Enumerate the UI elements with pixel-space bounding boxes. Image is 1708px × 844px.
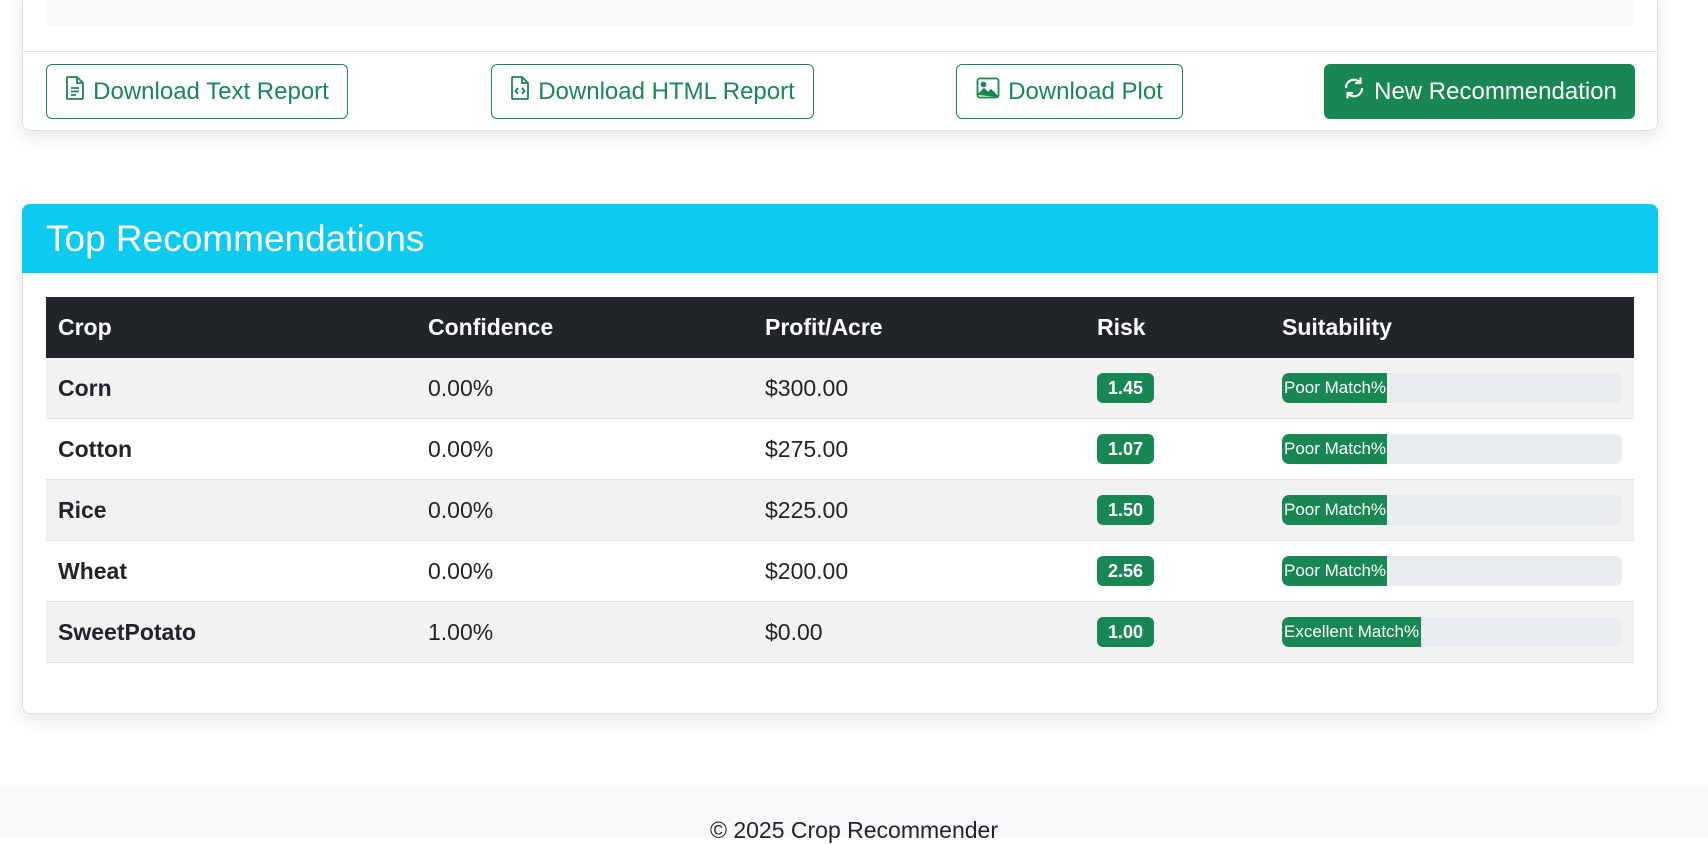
report-actions-card: Download Text Report Download HTML Repor… bbox=[22, 0, 1658, 131]
risk-cell: 1.45 bbox=[1085, 358, 1270, 419]
suitability-cell: Excellent Match% bbox=[1270, 601, 1634, 663]
top-recommendations-card: Top Recommendations Crop Confidence Prof… bbox=[22, 204, 1658, 714]
risk-badge: 1.45 bbox=[1097, 373, 1155, 403]
file-text-icon bbox=[65, 76, 85, 107]
suitability-progress-bar: Excellent Match% bbox=[1282, 617, 1422, 647]
risk-badge: 1.07 bbox=[1097, 434, 1155, 464]
table-row: Rice 0.00% $225.00 1.50 Poor Match% bbox=[46, 479, 1634, 541]
column-header-crop: Crop bbox=[46, 297, 416, 358]
crop-cell: Corn bbox=[46, 358, 416, 419]
crop-cell: Cotton bbox=[46, 418, 416, 480]
profit-cell: $275.00 bbox=[753, 418, 1085, 480]
suitability-cell: Poor Match% bbox=[1270, 418, 1634, 480]
risk-cell: 1.00 bbox=[1085, 601, 1270, 663]
suitability-cell: Poor Match% bbox=[1270, 358, 1634, 419]
table-header-row: Crop Confidence Profit/Acre Risk Suitabi… bbox=[46, 297, 1634, 358]
profit-cell: $200.00 bbox=[753, 540, 1085, 602]
profit-cell: $300.00 bbox=[753, 358, 1085, 419]
table-row: Cotton 0.00% $275.00 1.07 Poor Match% bbox=[46, 418, 1634, 480]
page-footer: © 2025 Crop Recommender bbox=[0, 785, 1708, 843]
table-row: SweetPotato 1.00% $0.00 1.00 Excellent M… bbox=[46, 601, 1634, 663]
confidence-cell: 1.00% bbox=[416, 601, 753, 663]
crop-cell: Rice bbox=[46, 479, 416, 541]
recommendations-title: Top Recommendations bbox=[22, 204, 1658, 273]
suitability-progress-bar: Poor Match% bbox=[1282, 556, 1388, 586]
download-html-report-button[interactable]: Download HTML Report bbox=[491, 64, 814, 119]
risk-badge: 2.56 bbox=[1097, 556, 1155, 586]
suitability-progress: Poor Match% bbox=[1282, 434, 1622, 464]
crop-cell: Wheat bbox=[46, 540, 416, 602]
suitability-progress-bar: Poor Match% bbox=[1282, 434, 1388, 464]
suitability-progress: Excellent Match% bbox=[1282, 617, 1622, 647]
suitability-progress: Poor Match% bbox=[1282, 373, 1622, 403]
recommendations-table: Crop Confidence Profit/Acre Risk Suitabi… bbox=[46, 297, 1634, 663]
card-footer-divider bbox=[23, 51, 1657, 52]
download-text-report-label: Download Text Report bbox=[93, 77, 329, 105]
table-row: Corn 0.00% $300.00 1.45 Poor Match% bbox=[46, 358, 1634, 419]
file-code-icon bbox=[510, 76, 530, 107]
profit-cell: $0.00 bbox=[753, 601, 1085, 663]
previous-content-strip bbox=[46, 0, 1634, 26]
column-header-confidence: Confidence bbox=[416, 297, 753, 358]
copyright-text: © 2025 Crop Recommender bbox=[710, 817, 998, 843]
suitability-progress: Poor Match% bbox=[1282, 556, 1622, 586]
risk-cell: 1.07 bbox=[1085, 418, 1270, 480]
column-header-suitability: Suitability bbox=[1270, 297, 1634, 358]
suitability-progress: Poor Match% bbox=[1282, 495, 1622, 525]
column-header-profit: Profit/Acre bbox=[753, 297, 1085, 358]
suitability-progress-bar: Poor Match% bbox=[1282, 373, 1388, 403]
refresh-icon bbox=[1342, 76, 1366, 107]
download-plot-label: Download Plot bbox=[1008, 77, 1163, 105]
suitability-cell: Poor Match% bbox=[1270, 540, 1634, 602]
risk-badge: 1.50 bbox=[1097, 495, 1155, 525]
confidence-cell: 0.00% bbox=[416, 540, 753, 602]
confidence-cell: 0.00% bbox=[416, 479, 753, 541]
download-html-report-label: Download HTML Report bbox=[538, 77, 795, 105]
column-header-risk: Risk bbox=[1085, 297, 1270, 358]
download-text-report-button[interactable]: Download Text Report bbox=[46, 64, 348, 119]
download-plot-button[interactable]: Download Plot bbox=[956, 64, 1183, 119]
risk-cell: 1.50 bbox=[1085, 479, 1270, 541]
profit-cell: $225.00 bbox=[753, 479, 1085, 541]
crop-cell: SweetPotato bbox=[46, 601, 416, 663]
risk-badge: 1.00 bbox=[1097, 617, 1155, 647]
suitability-cell: Poor Match% bbox=[1270, 479, 1634, 541]
suitability-progress-bar: Poor Match% bbox=[1282, 495, 1388, 525]
confidence-cell: 0.00% bbox=[416, 358, 753, 419]
risk-cell: 2.56 bbox=[1085, 540, 1270, 602]
new-recommendation-label: New Recommendation bbox=[1374, 77, 1617, 105]
table-row: Wheat 0.00% $200.00 2.56 Poor Match% bbox=[46, 540, 1634, 602]
new-recommendation-button[interactable]: New Recommendation bbox=[1324, 64, 1635, 119]
image-icon bbox=[976, 77, 1000, 106]
confidence-cell: 0.00% bbox=[416, 418, 753, 480]
